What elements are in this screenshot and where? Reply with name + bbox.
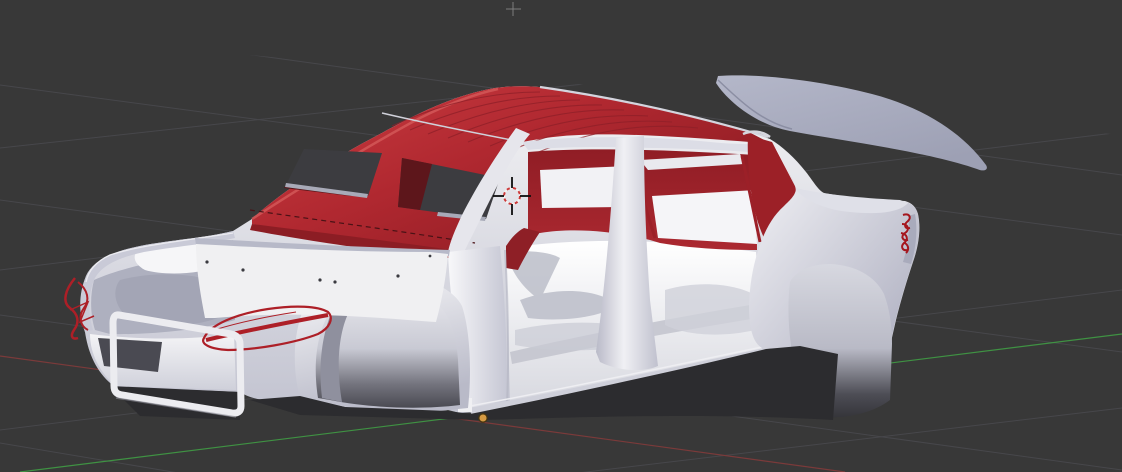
object-origin-point[interactable] — [478, 413, 488, 423]
blender-3d-viewport[interactable] — [0, 0, 1122, 472]
